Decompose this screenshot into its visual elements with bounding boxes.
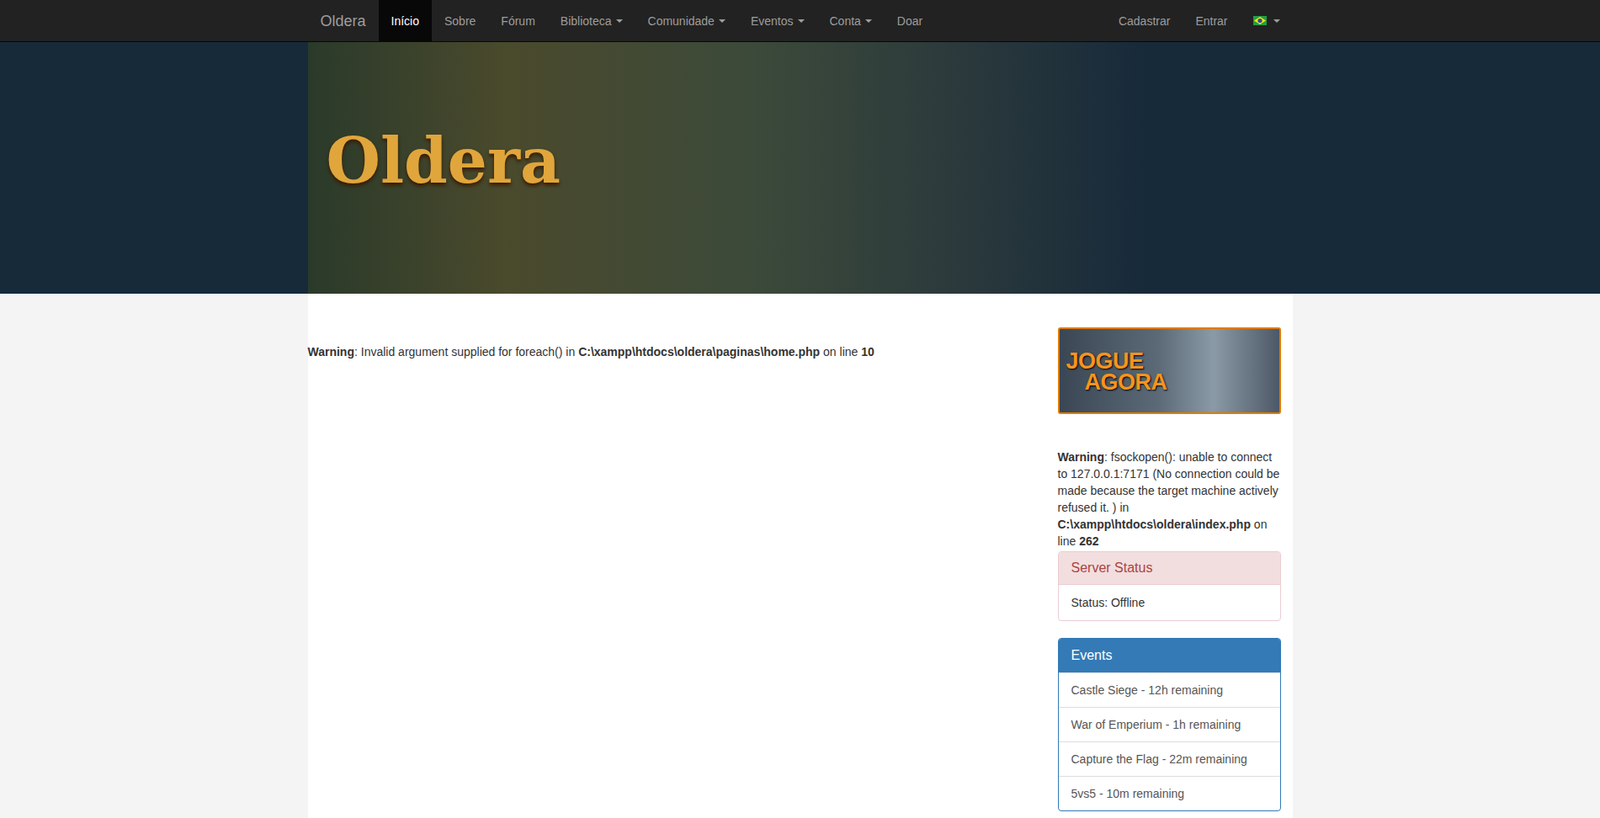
event-item: 5vs5 - 10m remaining [1058,776,1281,811]
nav-item[interactable]: Fórum [488,0,548,42]
nav-item[interactable]: Sobre [431,0,489,42]
nav-item[interactable]: Doar [884,0,936,42]
event-item: Capture the Flag - 22m remaining [1058,742,1281,777]
nav-item[interactable]: Eventos [738,0,818,42]
caret-icon [616,19,623,23]
navbar: Oldera InícioSobreFórumBibliotecaComunid… [0,0,1600,43]
brand-link[interactable]: Oldera [308,0,379,42]
main-content: Warning: Invalid argument supplied for f… [308,293,1058,818]
nav-menu: InícioSobreFórumBibliotecaComunidadeEven… [378,0,936,42]
nav-item[interactable]: Entrar [1182,0,1240,42]
banner: Oldera [0,42,1600,294]
caret-icon [797,19,805,23]
play-now-button[interactable]: JOGUE AGORA [1057,327,1282,415]
event-item: Castle Siege - 12h remaining [1058,673,1281,708]
nav-item[interactable]: Início [378,0,432,42]
php-warning: Warning: fsockopen(): unable to connect … [1057,448,1282,550]
caret-icon [718,19,726,23]
sidebar: JOGUE AGORA Warning: fsockopen(): unable… [1057,293,1282,818]
brazil-flag-icon [1253,15,1267,26]
server-status-panel: Server Status Status: Offline [1057,551,1282,622]
events-panel: Events Castle Siege - 12h remainingWar o… [1057,637,1282,812]
logo: Oldera [326,124,561,197]
nav-right-menu: CadastrarEntrar [1105,0,1241,42]
caret-icon [1273,19,1281,23]
language-selector[interactable] [1240,0,1293,42]
nav-item[interactable]: Cadastrar [1105,0,1183,42]
nav-item[interactable]: Comunidade [635,0,739,42]
nav-item[interactable]: Conta [817,0,885,42]
php-warning: Warning: Invalid argument supplied for f… [308,343,1058,361]
nav-item[interactable]: Biblioteca [547,0,636,42]
event-item: War of Emperium - 1h remaining [1058,707,1281,743]
caret-icon [865,19,872,23]
